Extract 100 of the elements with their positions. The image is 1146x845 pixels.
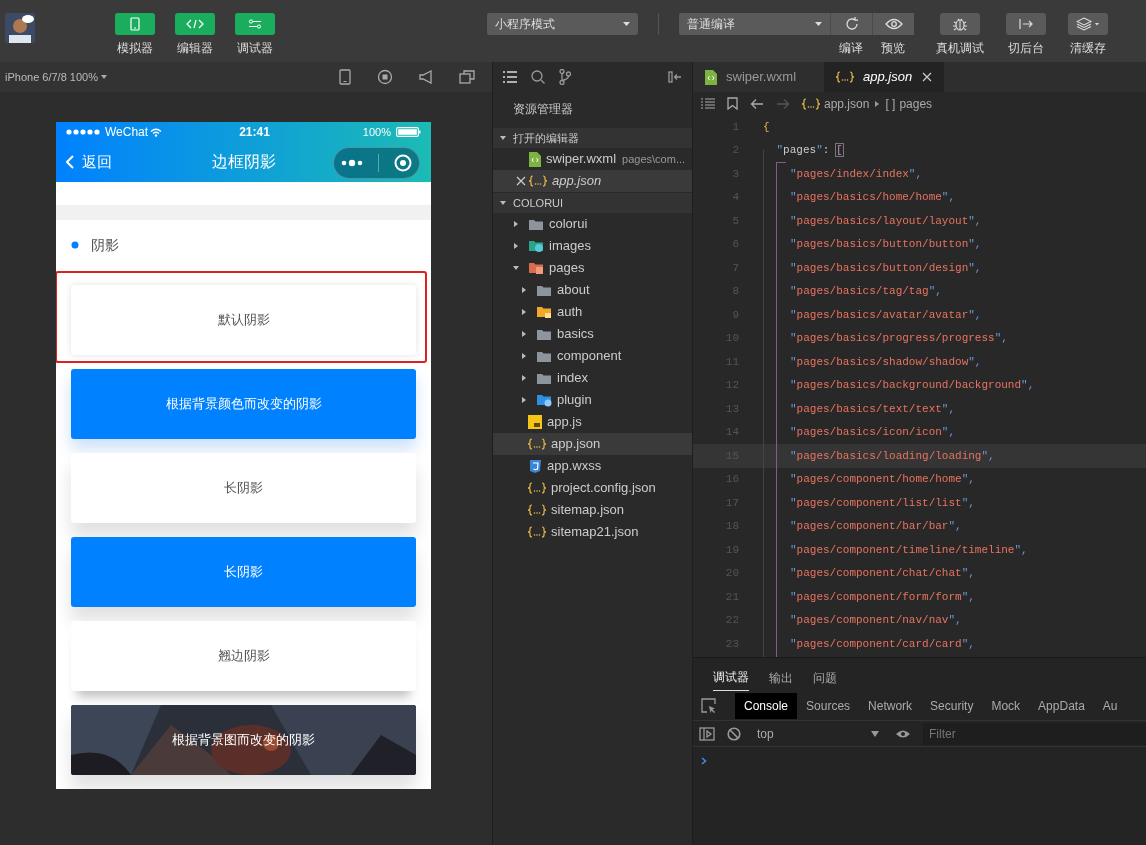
devtools-tab[interactable]: Security — [921, 692, 983, 719]
devtools-tab[interactable]: Console — [735, 692, 798, 719]
code-line: "pages/component/bar/bar", — [790, 519, 962, 534]
mode-toggle-button[interactable] — [175, 13, 215, 35]
toolbar-button[interactable] — [1068, 13, 1108, 35]
eye-icon — [884, 18, 903, 30]
debugger-tab[interactable]: 问题 — [813, 669, 837, 691]
toolbar-button[interactable] — [1006, 13, 1046, 35]
explorer-title: 资源管理器 — [512, 101, 574, 118]
section-header[interactable]: 打开的编辑器 — [493, 128, 692, 148]
code-line: "pages/component/chat/chat", — [790, 566, 975, 581]
context-select[interactable]: top — [753, 724, 883, 743]
tree-item[interactable]: about — [493, 279, 692, 301]
code-line: "pages/basics/avatar/avatar", — [790, 307, 982, 323]
devtools-tab[interactable]: Mock — [982, 692, 1030, 719]
folder-icon — [536, 349, 552, 363]
toolbar-button[interactable] — [872, 13, 914, 35]
avatar-image — [5, 13, 35, 43]
braces-icon — [528, 482, 546, 494]
target-icon — [393, 154, 412, 172]
braces-icon — [528, 526, 546, 538]
caret-icon — [815, 22, 822, 26]
code-line: "pages/component/home/home", — [790, 472, 975, 487]
devtools-tab[interactable]: Sources — [797, 692, 860, 719]
mode-select[interactable]: 小程序模式 — [487, 13, 638, 35]
code-line: "pages/basics/layout/layout", — [790, 213, 982, 229]
back-button[interactable]: 返回 — [66, 150, 112, 174]
editor-tab[interactable]: swiper.wxml — [693, 62, 824, 92]
code-line: "pages/basics/background/background", — [790, 378, 1035, 393]
tree-item[interactable]: app.json — [493, 433, 692, 455]
capsule-menu[interactable] — [333, 147, 420, 179]
collapsed-arrow-icon — [521, 287, 527, 293]
inspect-icon — [701, 697, 717, 714]
debugger-tab[interactable]: 调试器 — [713, 668, 749, 691]
toolbar-button[interactable] — [830, 13, 872, 35]
compile-select[interactable]: 普通编译 — [679, 13, 830, 35]
code-line: "pages/basics/button/button", — [790, 237, 982, 252]
bug-icon — [952, 16, 968, 32]
device-select[interactable]: iPhone 6/7/8 100% — [5, 68, 98, 86]
outline-icon — [701, 98, 715, 109]
collapsed-arrow-icon — [521, 375, 527, 381]
code-line: "pages/basics/loading/loading", — [790, 448, 995, 464]
devtools-tab[interactable]: Network — [859, 692, 922, 719]
toolbar-label: 预览 — [881, 40, 905, 57]
code-line: "pages/basics/home/home", — [790, 190, 956, 205]
wifi-icon — [150, 127, 163, 137]
code-line: "pages/basics/button/design", — [790, 260, 982, 276]
close-icon — [922, 72, 932, 82]
tree-item[interactable]: colorui — [493, 213, 692, 235]
tree-item[interactable]: sitemap.json — [493, 499, 692, 521]
breadcrumb-file[interactable]: app.json — [824, 94, 870, 113]
devtools-tab[interactable]: Au — [1093, 692, 1127, 719]
tree-item[interactable]: basics — [493, 323, 692, 345]
breadcrumb-path[interactable]: pages — [899, 94, 933, 113]
lock-folder-icon — [536, 305, 552, 319]
caret-icon — [871, 730, 879, 737]
folder-icon — [536, 283, 552, 297]
eye-icon — [895, 728, 911, 739]
debugger-tab[interactable]: 输出 — [769, 669, 793, 691]
tree-item[interactable]: plugin — [493, 389, 692, 411]
pages-folder-icon — [528, 261, 544, 275]
toolbar-label: 清缓存 — [1070, 40, 1106, 57]
css-file-icon — [528, 459, 542, 473]
sound-icon — [419, 70, 433, 84]
mode-label: 编辑器 — [177, 40, 213, 57]
bookmark-icon — [727, 97, 738, 110]
braces-icon — [836, 71, 854, 83]
tree-item[interactable]: images — [493, 235, 692, 257]
tree-item[interactable]: index — [493, 367, 692, 389]
mode-toggle-button[interactable] — [235, 13, 275, 35]
section-header[interactable]: COLORUI — [493, 193, 692, 213]
close-icon — [516, 176, 526, 186]
tree-item[interactable]: pages — [493, 257, 692, 279]
shadow-label: 长阴影 — [224, 563, 263, 582]
toolbar-button[interactable] — [940, 13, 980, 35]
image-folder-icon — [528, 239, 544, 253]
tree-item[interactable]: app.wxss — [493, 455, 692, 477]
mode-toggle-button[interactable] — [115, 13, 155, 35]
open-editor-item[interactable]: app.json — [493, 170, 692, 192]
filter-field[interactable]: Filter — [923, 722, 1146, 745]
devtools-tab[interactable]: AppData — [1029, 692, 1094, 719]
code-line: "pages/basics/text/text", — [790, 401, 956, 417]
tree-item[interactable]: sitemap21.json — [493, 521, 692, 543]
tree-item[interactable]: auth — [493, 301, 692, 323]
plugin-folder-icon — [536, 393, 552, 407]
caret-icon — [100, 75, 107, 79]
status-time: 21:41 — [239, 124, 270, 141]
layers-icon — [1076, 17, 1100, 31]
editor-tab[interactable]: app.json — [824, 62, 944, 92]
tree-item[interactable]: component — [493, 345, 692, 367]
code-line: "pages/component/nav/nav", — [790, 613, 962, 628]
braces-icon — [528, 504, 546, 516]
collapse-panel-icon — [668, 71, 682, 83]
js-file-icon — [528, 415, 542, 429]
collapsed-arrow-icon — [521, 353, 527, 359]
folder-icon — [536, 371, 552, 385]
code-line: "pages/component/list/list", — [790, 495, 975, 511]
open-editor-item[interactable]: swiper.wxml pages\com... — [493, 148, 692, 170]
tree-item[interactable]: project.config.json — [493, 477, 692, 499]
tree-item[interactable]: app.js — [493, 411, 692, 433]
